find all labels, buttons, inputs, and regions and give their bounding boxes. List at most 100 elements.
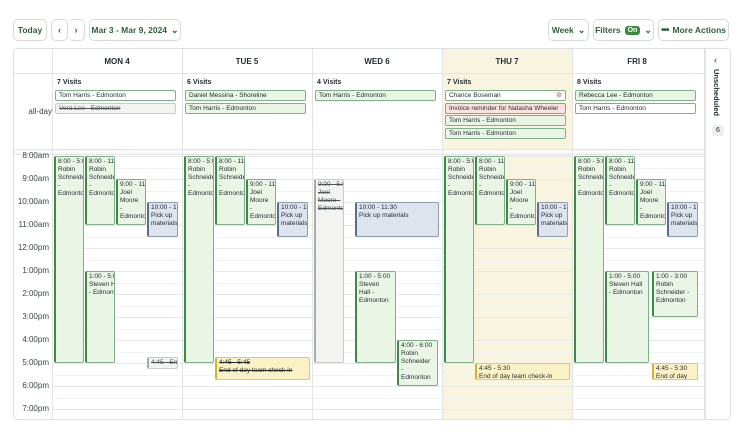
event-text: Steven Hall <box>89 281 114 288</box>
week-calendar: all-day ‹ Unscheduled 6 MON 4 7 Visits Tom… <box>13 48 731 420</box>
day-header[interactable]: TUE 5 <box>182 49 312 74</box>
calendar-event[interactable]: 1:00 - 5:00Steven Hall- Edmonton <box>85 271 115 363</box>
view-select[interactable]: Week ⌄ <box>548 19 589 41</box>
today-button[interactable]: Today <box>13 19 47 41</box>
time-label: 6:00pm <box>22 381 49 390</box>
event-text: Edmonton <box>448 190 474 197</box>
date-range-label: Mar 3 - Mar 9, 2024 <box>91 25 168 35</box>
event-text: Robin <box>219 166 236 173</box>
event-text: Schneider <box>609 174 634 181</box>
event-text: Schneider <box>58 174 83 181</box>
chevron-down-icon: ⌄ <box>171 24 179 35</box>
calendar-event[interactable]: 4:45 - End of d <box>147 357 178 369</box>
event-text: 8:00 - 11 <box>609 158 635 165</box>
next-week-button[interactable]: › <box>68 19 85 41</box>
more-actions-button[interactable]: ••• More Actions <box>658 19 729 41</box>
visit-count: 7 Visits <box>447 79 472 86</box>
unassigned-icon: ⊘ <box>556 92 562 99</box>
event-text: Schneider <box>188 174 213 181</box>
half-hour-gridline <box>52 236 704 238</box>
time-label: 11:00am <box>18 220 49 229</box>
calendar-event[interactable]: 8:00 - 11RobinSchneider-Edmonton <box>85 156 115 225</box>
date-range-picker[interactable]: Mar 3 - Mar 9, 2024 ⌄ <box>89 19 181 41</box>
time-label: 5:00pm <box>22 358 49 367</box>
event-text: Schneider <box>448 174 473 181</box>
hour-gridline <box>52 409 704 410</box>
all-day-event[interactable]: Tom Harris - Edmonton <box>575 102 696 114</box>
event-text: - <box>640 205 643 212</box>
view-label: Week <box>551 25 574 35</box>
calendar-event[interactable]: 10:00 - 1 Pick up materials <box>667 202 698 237</box>
day-header[interactable]: THU 7 <box>442 49 572 74</box>
all-day-event[interactable]: Tom Harris - Edmonton <box>445 115 566 126</box>
all-day-event[interactable]: Tom Harris - Edmonton <box>55 90 176 101</box>
filters-button[interactable]: Filters On ⌄ <box>593 19 654 41</box>
all-day-event[interactable]: Rebecca Lee - Edmonton <box>575 90 696 101</box>
calendar-event[interactable]: 9:00 - 5:00JoelMoore -Edmonton <box>314 179 344 363</box>
calendar-event[interactable]: 1:00 - 5:00Steven Hall- Edmonton <box>605 271 649 363</box>
calendar-event[interactable]: 9:00 - 11JoelMoore-Edmonton <box>116 179 146 225</box>
calendar-event[interactable]: 8:00 - 5:00RobinSchneider-Edmonton <box>54 156 84 363</box>
event-text: materials <box>281 220 308 227</box>
calendar-event[interactable]: 10:00 - 11:30 Pick up materials <box>355 202 439 237</box>
event-text: - <box>219 182 222 189</box>
day-header[interactable]: FRI 8 <box>572 49 702 74</box>
all-day-event[interactable]: Tom Harris - Edmonton <box>445 127 566 139</box>
unscheduled-panel[interactable]: ‹ Unscheduled 6 <box>705 49 730 419</box>
event-text: 8:00 - 5:00 <box>58 158 83 165</box>
time-label: 3:00pm <box>22 312 49 321</box>
event-text: 4:45 - 5:30 <box>656 365 688 372</box>
event-text: - <box>89 182 92 189</box>
visit-count: 8 Visits <box>577 79 602 86</box>
all-day-event[interactable]: Tom Harris - Edmonton <box>315 90 436 101</box>
event-text: Robin <box>58 166 75 173</box>
more-actions-label: More Actions <box>672 25 727 35</box>
chevron-down-icon: ⌄ <box>644 24 652 35</box>
chevron-right-icon: › <box>74 24 78 35</box>
hour-gridline <box>52 386 704 387</box>
calendar-event[interactable]: 10:00 - 1 Pick up materials <box>147 202 178 237</box>
event-text: 4:45 - End of d <box>151 359 178 367</box>
calendar-event[interactable]: 4:45 - 5:30 End of day <box>652 363 698 381</box>
chevron-left-icon[interactable]: ‹ <box>714 55 717 65</box>
calendar-event[interactable]: 9:00 - 11JoelMoore-Edmonton <box>636 179 666 225</box>
event-text: Robin <box>578 166 595 173</box>
calendar-event[interactable]: 8:00 - 5:00RobinSchneider-Edmonton <box>574 156 604 363</box>
calendar-event[interactable]: 4:45 - 5:30 End of day team check-in <box>475 363 570 381</box>
event-text: Moore <box>640 197 659 204</box>
all-day-event[interactable]: Daniel Messina - Shoreline <box>185 90 306 101</box>
event-text: - <box>448 182 451 189</box>
calendar-event[interactable]: 8:00 - 11RobinSchneider-Edmonton <box>605 156 635 225</box>
all-day-event[interactable]: Tom Harris - Edmonton <box>185 102 306 114</box>
day-header[interactable]: WED 6 <box>312 49 442 74</box>
calendar-event[interactable]: 1:00 - 5:00 Steven Hall - Edmonton <box>355 271 396 363</box>
event-text: - <box>188 182 191 189</box>
day-column-divider <box>182 49 183 419</box>
calendar-event[interactable]: 9:00 - 11JoelMoore-Edmonton <box>506 179 536 225</box>
event-text: 8:00 - 11 <box>479 158 505 165</box>
calendar-event[interactable]: 1:00 - 3:00 Robin Schneider - Edmonton <box>652 271 698 317</box>
day-column-divider <box>312 49 313 419</box>
all-day-event-label: Tom Harris - Edmonton <box>319 92 386 99</box>
calendar-event[interactable]: 4:00 - 6:00 Robin Schneider - Edmonton <box>397 340 438 386</box>
calendar-event[interactable]: 10:00 - 1 Pick up materials <box>277 202 308 237</box>
all-day-event[interactable]: Chance Boseman ⊘ <box>445 90 566 101</box>
event-text: Joel <box>510 189 522 196</box>
event-text: 10:00 - 1 <box>151 204 177 211</box>
calendar-event[interactable]: 10:00 - 1 Pick up materials <box>537 202 568 237</box>
calendar-event[interactable]: 9:00 - 11JoelMoore-Edmonton <box>246 179 276 225</box>
calendar-event[interactable]: 4:45 - 5:45 End of day team check-in <box>215 357 310 381</box>
time-label: 4:00pm <box>22 335 49 344</box>
event-text: Moore <box>510 197 529 204</box>
calendar-event[interactable]: 8:00 - 11RobinSchneider-Edmonton <box>215 156 245 225</box>
calendar-event[interactable]: 8:00 - 5:00RobinSchneider-Edmonton <box>444 156 474 363</box>
prev-week-button[interactable]: ‹ <box>51 19 68 41</box>
all-day-event[interactable]: Vera Lee - Edmonton <box>55 102 176 114</box>
calendar-event[interactable]: 8:00 - 11RobinSchneider-Edmonton <box>475 156 505 225</box>
event-text: - Edmonton <box>89 289 115 296</box>
all-day-label: all-day <box>28 107 52 116</box>
day-header[interactable]: MON 4 <box>52 49 182 74</box>
all-day-event[interactable]: Invoice reminder for Natasha Wheeler <box>445 102 566 114</box>
calendar-event[interactable]: 8:00 - 5:00RobinSchneider-Edmonton <box>184 156 214 363</box>
time-label: 7:00pm <box>22 404 49 413</box>
